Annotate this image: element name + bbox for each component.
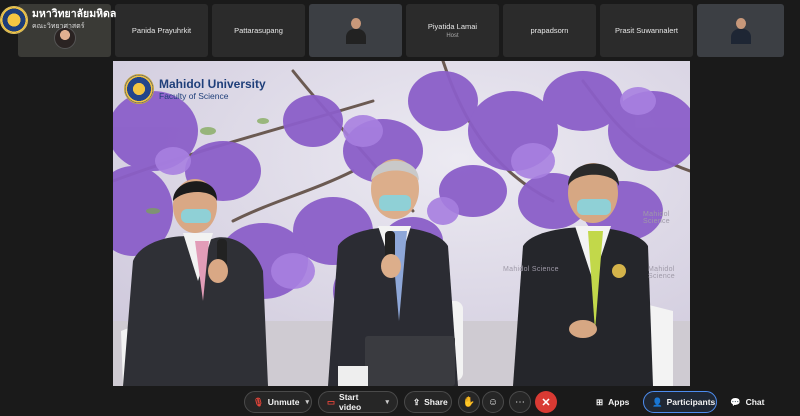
emoji-icon: ☺: [487, 396, 499, 408]
chat-icon: 💬: [730, 396, 741, 407]
close-icon: ✕: [541, 396, 551, 409]
leave-meeting-button[interactable]: ✕: [535, 391, 557, 413]
participants-label: Participants: [666, 397, 716, 407]
participant-name: Prasit Suwannalert: [615, 26, 678, 35]
participant-video-thumb: [730, 17, 751, 44]
university-seal-icon: [124, 74, 154, 104]
unmute-label: Unmute: [267, 397, 300, 407]
participant-tile-host[interactable]: Piyatida Lamai Host: [406, 4, 499, 57]
participant-tile-video[interactable]: [309, 4, 402, 57]
stage-logo: Mahidol University Faculty of Science: [124, 74, 266, 104]
chevron-down-icon: ▾: [385, 399, 389, 406]
participant-name: Piyatida Lamai: [427, 22, 478, 31]
apps-icon: ⊞: [596, 396, 604, 407]
unmute-button[interactable]: 🎙 Unmute ▾: [244, 391, 312, 413]
main-video[interactable]: Mahidol University Faculty of Science Ma…: [113, 61, 690, 386]
stage-faculty: Faculty of Science: [159, 91, 229, 101]
participant-tile[interactable]: prapadsorn: [503, 4, 596, 57]
participant-tile[interactable]: Pattarasupang: [212, 4, 305, 57]
participant-tile[interactable]: Panida Prayuhrkit: [115, 4, 208, 57]
apps-label: Apps: [608, 397, 630, 407]
raise-hand-button[interactable]: ✋: [458, 391, 480, 413]
chat-button[interactable]: 💬 Chat: [724, 391, 770, 413]
video-frame: [113, 61, 690, 386]
share-label: Share: [424, 397, 448, 407]
participant-name: Pattarasupang: [234, 26, 283, 35]
hand-icon: ✋: [462, 396, 476, 408]
participant-name: prapadsorn: [530, 26, 569, 35]
brand-subtitle: คณะวิทยาศาสตร์: [32, 22, 85, 30]
background-watermark: Mahidol Science: [648, 266, 676, 280]
participant-strip: Panida Prayuhrkit Pattarasupang Piyatida…: [18, 4, 784, 57]
start-video-label: Start video: [339, 392, 362, 412]
background-watermark: Mahidol Science: [643, 211, 671, 225]
participant-tile[interactable]: Prasit Suwannalert: [600, 4, 693, 57]
background-watermark: Mahidol Science: [503, 266, 559, 273]
chat-label: Chat: [745, 397, 765, 407]
more-options-button[interactable]: ⋯: [509, 391, 531, 413]
participant-name: Panida Prayuhrkit: [131, 26, 192, 35]
chevron-down-icon: ▾: [305, 399, 309, 406]
participant-role: Host: [446, 33, 459, 39]
faculty-logo: มหาวิทยาลัยมหิดล คณะวิทยาศาสตร์: [0, 3, 116, 37]
participant-video-thumb: [345, 17, 366, 44]
participants-button[interactable]: 👤 Participants: [643, 391, 717, 413]
people-icon: 👤: [652, 396, 663, 407]
university-seal-icon: [0, 6, 28, 34]
mic-muted-icon: 🎙: [253, 396, 264, 407]
apps-button[interactable]: ⊞ Apps: [590, 391, 635, 413]
video-off-icon: ▭: [327, 396, 336, 407]
start-video-button[interactable]: ▭ Start video ▾: [318, 391, 398, 413]
reactions-button[interactable]: ☺: [482, 391, 504, 413]
stage-university: Mahidol University: [159, 77, 266, 91]
brand-title: มหาวิทยาลัยมหิดล: [32, 8, 117, 21]
share-button[interactable]: ⇪ Share: [404, 391, 452, 413]
more-icon: ⋯: [515, 396, 525, 408]
meeting-toolbar: 🎙 Unmute ▾ ▭ Start video ▾ ⇪ Share ✋ ☺ ⋯…: [0, 388, 800, 416]
share-icon: ⇪: [413, 396, 421, 407]
participant-tile-video[interactable]: [697, 4, 784, 57]
